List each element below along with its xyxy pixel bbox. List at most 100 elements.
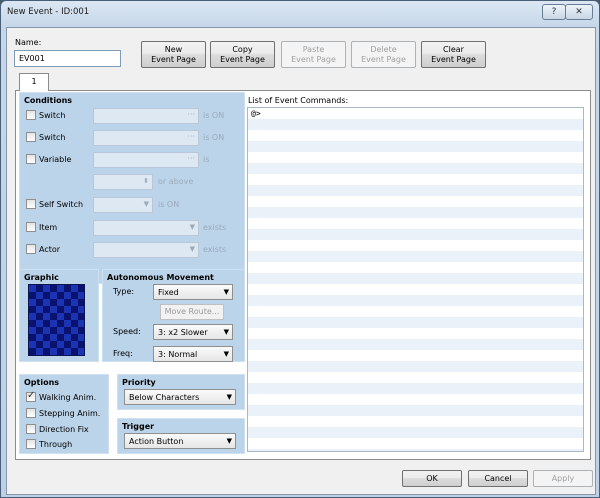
- movement-freq-select[interactable]: 3: Normal ▼: [153, 346, 233, 362]
- conditions-panel: Conditions Switch ··· is ON Switch ··· i…: [19, 92, 245, 284]
- chevron-down-icon: ▼: [143, 200, 149, 208]
- copy-event-page-label-2: Event Page: [220, 55, 265, 64]
- help-button[interactable]: ?: [542, 4, 566, 20]
- chevron-down-icon: ▼: [226, 437, 232, 445]
- switch1-checkbox[interactable]: Switch: [26, 110, 65, 120]
- clear-event-page-button[interactable]: Clear Event Page: [421, 41, 486, 68]
- direction-fix-label: Direction Fix: [39, 424, 89, 434]
- variable-selector[interactable]: ···: [93, 152, 199, 168]
- paste-event-page-label-1: Paste: [302, 45, 325, 54]
- window-title: New Event - ID:001: [7, 7, 90, 17]
- variable-suffix-2: or above: [158, 177, 194, 186]
- self-switch-checkbox[interactable]: Self Switch: [26, 199, 83, 209]
- trigger-panel: Trigger Action Button ▼: [117, 418, 245, 454]
- paste-event-page-label-2: Event Page: [291, 55, 336, 64]
- checkbox-box: [26, 110, 36, 120]
- copy-event-page-button[interactable]: Copy Event Page: [210, 41, 275, 68]
- trigger-title: Trigger: [122, 422, 155, 431]
- new-event-page-button[interactable]: New Event Page: [141, 41, 206, 68]
- event-commands-list[interactable]: @>: [247, 107, 584, 452]
- switch2-suffix: is ON: [203, 133, 225, 142]
- variable-value-stepper[interactable]: ⬍: [93, 174, 153, 190]
- new-event-page-label-1: New: [164, 45, 183, 54]
- chevron-down-icon: ▼: [223, 350, 229, 358]
- tab-page-1[interactable]: 1: [19, 73, 49, 91]
- checkbox-box: [26, 199, 36, 209]
- checkbox-box: [26, 439, 36, 449]
- switch1-label: Switch: [39, 110, 66, 120]
- actor-label: Actor: [39, 244, 61, 254]
- switch1-suffix: is ON: [203, 111, 225, 120]
- speed-label: Speed:: [113, 327, 141, 336]
- variable-checkbox[interactable]: Variable: [26, 154, 71, 164]
- clear-event-page-label-1: Clear: [443, 45, 464, 54]
- options-panel: Options Walking Anim. Stepping Anim. Dir…: [19, 374, 109, 454]
- walking-anim-checkbox[interactable]: Walking Anim.: [26, 390, 96, 402]
- clear-event-page-label-2: Event Page: [431, 55, 476, 64]
- movement-speed-value: 3: x2 Slower: [158, 328, 208, 337]
- delete-event-page-label-1: Delete: [370, 45, 397, 54]
- item-select[interactable]: ▼: [93, 220, 199, 236]
- ok-button[interactable]: OK: [402, 470, 462, 487]
- autonomous-movement-panel: Autonomous Movement Type: Fixed ▼ Move Ro…: [102, 269, 245, 362]
- priority-value: Below Characters: [129, 393, 200, 402]
- direction-fix-checkbox[interactable]: Direction Fix: [26, 424, 89, 434]
- checkbox-box: [26, 408, 36, 418]
- conditions-title: Conditions: [24, 96, 73, 105]
- name-label: Name:: [15, 38, 42, 47]
- checkbox-box: [26, 132, 36, 142]
- actor-checkbox[interactable]: Actor: [26, 244, 60, 254]
- item-checkbox[interactable]: Item: [26, 222, 57, 232]
- checkbox-box: [26, 424, 36, 434]
- graphic-panel: Graphic: [19, 269, 99, 362]
- switch1-selector[interactable]: ···: [93, 108, 199, 124]
- paste-event-page-button[interactable]: Paste Event Page: [281, 41, 346, 68]
- apply-button[interactable]: Apply: [533, 470, 593, 487]
- self-switch-suffix: is ON: [158, 200, 180, 209]
- trigger-select[interactable]: Action Button ▼: [124, 433, 236, 449]
- ellipsis-icon: ···: [187, 132, 195, 141]
- delete-event-page-button[interactable]: Delete Event Page: [351, 41, 416, 68]
- actor-select[interactable]: ▼: [93, 242, 199, 258]
- cancel-button[interactable]: Cancel: [468, 470, 528, 487]
- move-route-button[interactable]: Move Route...: [160, 304, 224, 320]
- name-input[interactable]: [14, 50, 121, 67]
- switch2-checkbox[interactable]: Switch: [26, 132, 65, 142]
- chevron-down-icon: ▼: [223, 328, 229, 336]
- options-title: Options: [24, 378, 60, 387]
- delete-event-page-label-2: Event Page: [361, 55, 406, 64]
- checkbox-box: [26, 244, 36, 254]
- chevron-down-icon: ▼: [189, 223, 195, 231]
- variable-suffix: is: [203, 155, 210, 164]
- stepping-anim-label: Stepping Anim.: [39, 408, 101, 418]
- event-command-item[interactable]: @>: [251, 109, 261, 118]
- through-label: Through: [39, 439, 73, 449]
- priority-select[interactable]: Below Characters ▼: [124, 389, 236, 405]
- movement-speed-select[interactable]: 3: x2 Slower ▼: [153, 324, 233, 340]
- character-graphic-preview[interactable]: [28, 284, 85, 356]
- ellipsis-icon: ···: [187, 154, 195, 163]
- item-label: Item: [39, 222, 58, 232]
- autonomous-movement-title: Autonomous Movement: [107, 273, 214, 282]
- close-button[interactable]: ✕: [565, 4, 593, 20]
- item-suffix: exists: [203, 223, 227, 232]
- dialog-body: Name: New Event Page Copy Event Page Pas…: [6, 27, 596, 495]
- event-commands-label: List of Event Commands:: [248, 96, 349, 105]
- event-dialog-window: New Event - ID:001 ? ✕ Name: New Event P…: [0, 0, 600, 498]
- spin-arrows-icon: ⬍: [143, 177, 149, 185]
- priority-panel: Priority Below Characters ▼: [117, 374, 245, 410]
- movement-type-value: Fixed: [158, 288, 179, 297]
- title-bar: New Event - ID:001 ? ✕: [1, 1, 599, 25]
- checkbox-box: [26, 154, 36, 164]
- switch2-selector[interactable]: ···: [93, 130, 199, 146]
- checkbox-box: [26, 222, 36, 232]
- copy-event-page-label-1: Copy: [232, 45, 253, 54]
- new-event-page-label-2: Event Page: [151, 55, 196, 64]
- movement-type-select[interactable]: Fixed ▼: [153, 284, 233, 300]
- through-checkbox[interactable]: Through: [26, 439, 72, 449]
- movement-freq-value: 3: Normal: [158, 350, 198, 359]
- stepping-anim-checkbox[interactable]: Stepping Anim.: [26, 408, 100, 418]
- self-switch-label: Self Switch: [39, 199, 84, 209]
- priority-title: Priority: [122, 378, 156, 387]
- self-switch-select[interactable]: ▼: [93, 197, 153, 213]
